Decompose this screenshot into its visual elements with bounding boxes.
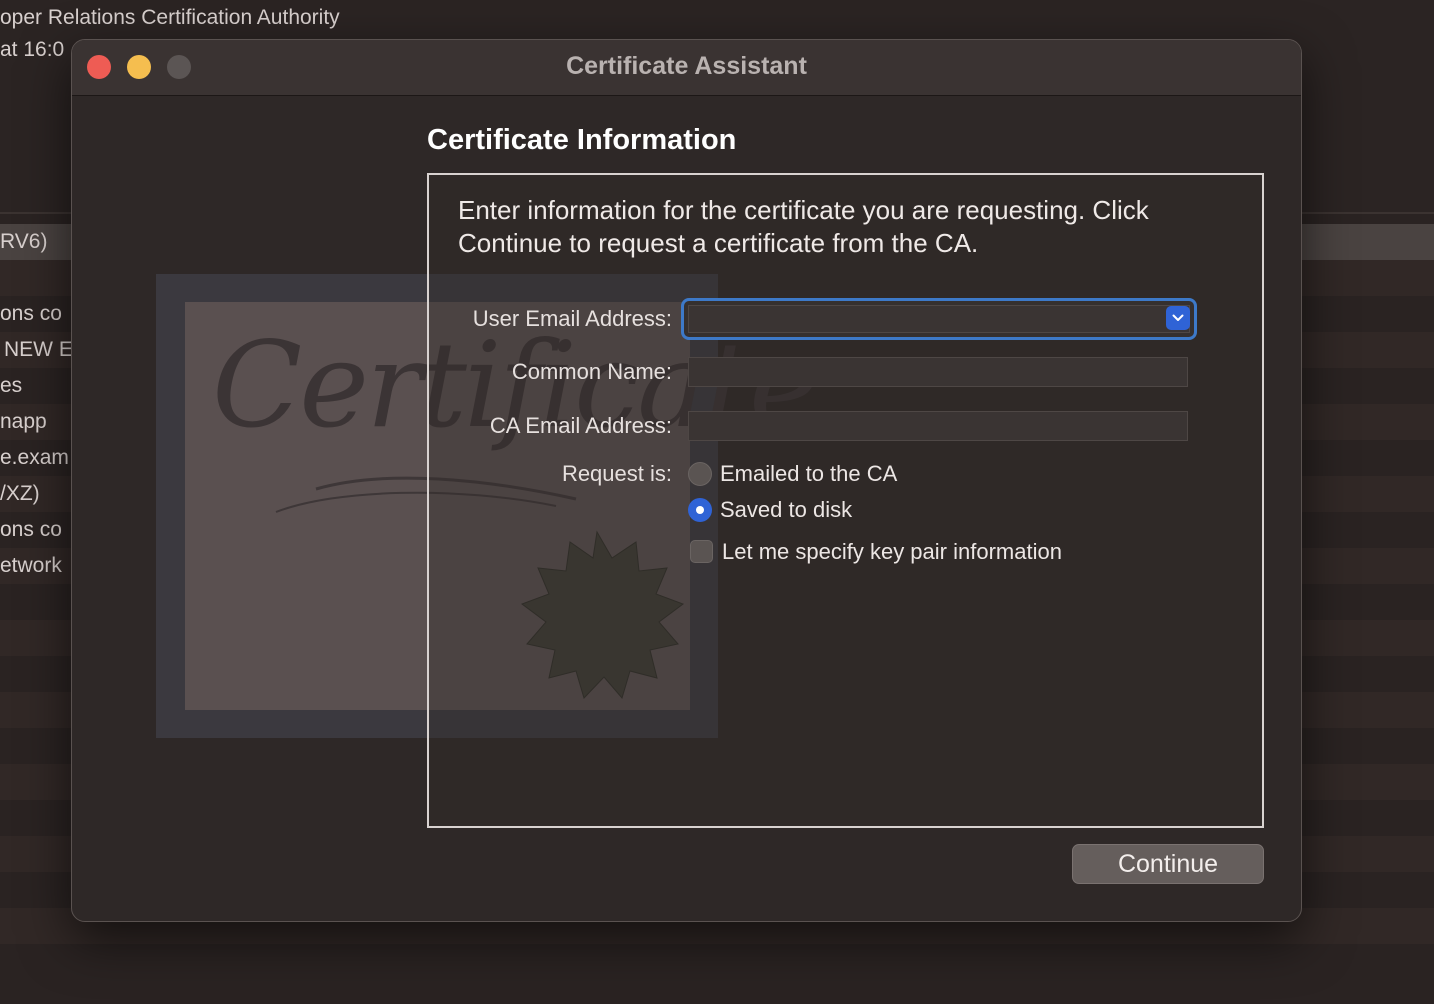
- background-row-text: etwork: [0, 554, 62, 577]
- intro-text: Enter information for the certificate yo…: [458, 195, 1149, 258]
- chevron-down-icon[interactable]: [1166, 306, 1190, 330]
- background-row-text: napp: [0, 410, 47, 433]
- window-title: Certificate Assistant: [566, 52, 807, 80]
- minimize-button[interactable]: [127, 55, 151, 79]
- user-email-combobox[interactable]: [681, 298, 1197, 340]
- radio-saved-to-disk[interactable]: [688, 498, 712, 522]
- background-row-text: RV6): [0, 230, 48, 253]
- background-row-text: ons co: [0, 518, 62, 541]
- key-pair-label[interactable]: Let me specify key pair information: [722, 539, 1062, 565]
- background-cert-issuer: oper Relations Certification Authority: [0, 6, 340, 29]
- ca-email-input[interactable]: [688, 411, 1188, 441]
- radio-emailed-label[interactable]: Emailed to the CA: [720, 461, 897, 487]
- background-row-text: es: [0, 374, 23, 397]
- background-row-text: e.exam: [0, 446, 69, 469]
- ca-email-label: CA Email Address:: [489, 413, 672, 438]
- key-pair-checkbox[interactable]: [690, 540, 713, 563]
- common-name-label: Common Name:: [511, 359, 672, 384]
- background-row-text: ons co: [0, 302, 62, 325]
- title-bar[interactable]: Certificate Assistant: [72, 40, 1301, 96]
- request-is-label: Request is:: [561, 461, 672, 486]
- background-row-text: NEW E: [4, 338, 73, 361]
- radio-emailed-to-ca[interactable]: [688, 462, 712, 486]
- radio-saved-label[interactable]: Saved to disk: [720, 497, 852, 523]
- background-row-text: /XZ): [0, 482, 40, 505]
- section-title: Certificate Information: [427, 124, 737, 156]
- continue-button[interactable]: Continue: [1072, 844, 1264, 884]
- certificate-assistant-window: Certificate Assistant Certificate Certif…: [71, 39, 1302, 922]
- user-email-input[interactable]: [688, 305, 1190, 333]
- common-name-input[interactable]: [688, 357, 1188, 387]
- user-email-label: User Email Address:: [472, 306, 672, 331]
- close-button[interactable]: [87, 55, 111, 79]
- background-cert-date: at 16:0: [0, 38, 65, 61]
- zoom-button[interactable]: [167, 55, 191, 79]
